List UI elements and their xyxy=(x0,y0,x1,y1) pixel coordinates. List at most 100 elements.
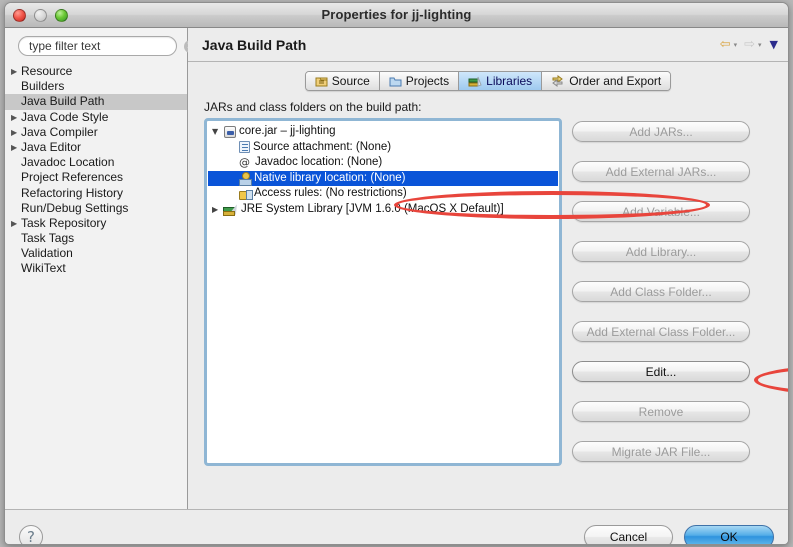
sidebar-item-java-build-path[interactable]: ▶Java Build Path xyxy=(5,94,187,110)
libraries-tree[interactable]: ▼core.jar – jj-lighting▶Source attachmen… xyxy=(208,122,558,462)
libraries-action-buttons: Add JARs... Add External JARs... Add Varia… xyxy=(572,118,758,481)
table-row[interactable]: ▶ Access rules: (No restrictions) xyxy=(208,186,558,202)
cancel-button[interactable]: Cancel xyxy=(584,525,673,544)
tree-spacer: ▶ xyxy=(226,171,237,187)
table-row[interactable]: ▶@ Javadoc location: (None) xyxy=(208,155,558,171)
sidebar-item-label: Resource xyxy=(21,64,73,78)
tree-spacer: ▶ xyxy=(11,246,21,261)
sidebar-item-project-references[interactable]: ▶Project References xyxy=(5,170,187,185)
sidebar-item-java-editor[interactable]: ▶ Java Editor xyxy=(5,140,187,155)
dialog-footer: ? Cancel OK xyxy=(5,509,788,544)
chevron-down-icon[interactable]: ▼ xyxy=(770,38,778,51)
back-icon[interactable]: ⇦ xyxy=(720,37,731,52)
table-row[interactable]: ▼ core.jar – jj-lighting xyxy=(208,124,558,140)
expand-arrow-icon[interactable]: ▶ xyxy=(11,216,21,231)
sidebar-item-java-compiler[interactable]: ▶ Java Compiler xyxy=(5,125,187,140)
sidebar-item-task-tags[interactable]: ▶Task Tags xyxy=(5,231,187,246)
expand-arrow-icon[interactable]: ▼ xyxy=(212,124,223,140)
sidebar-item-label: Run/Debug Settings xyxy=(21,200,129,215)
sidebar-item-builders[interactable]: ▶Builders xyxy=(5,79,187,94)
filter-container: ✕ xyxy=(5,36,197,62)
sidebar-item-task-repository[interactable]: ▶ Task Repository xyxy=(5,216,187,231)
sidebar-item-validation[interactable]: ▶Validation xyxy=(5,246,187,261)
javadoc-icon: @ xyxy=(239,156,250,170)
table-row-label: core.jar – jj-lighting xyxy=(239,125,336,137)
tree-spacer: ▶ xyxy=(11,79,21,94)
tree-spacer: ▶ xyxy=(11,155,21,170)
table-row-label: Javadoc location: (None) xyxy=(255,156,383,168)
lock-icon xyxy=(238,187,253,201)
sidebar-tree: ▶Resource▶Builders▶Java Build Path▶Java … xyxy=(5,62,187,277)
tab-order-and-export[interactable]: Order and Export xyxy=(542,72,671,90)
tree-spacer: ▶ xyxy=(226,140,237,156)
sidebar-item-label: Java Editor xyxy=(21,139,82,154)
tab-label: Projects xyxy=(405,74,450,88)
add-external-jars-button: Add External JARs... xyxy=(572,161,750,182)
sidebar-item-label: Java Code Style xyxy=(21,109,109,124)
tree-spacer: ▶ xyxy=(11,201,21,216)
tab-label: Libraries xyxy=(486,74,533,88)
forward-dropdown-caret: ▾ xyxy=(758,40,762,49)
jre-icon xyxy=(223,202,240,216)
add-library-button: Add Library... xyxy=(572,241,750,262)
window-edge-marker xyxy=(4,388,5,401)
libraries-list-container[interactable]: ▼core.jar – jj-lighting▶Source attachmen… xyxy=(204,118,562,466)
search-input[interactable] xyxy=(29,39,184,53)
sidebar-item-label: WikiText xyxy=(21,261,66,276)
navigation-icons: ⇦ ▾ ⇨ ▾ ▼ xyxy=(720,37,778,52)
tab-projects[interactable]: Projects xyxy=(379,72,460,90)
sidebar-item-run-debug-settings[interactable]: ▶Run/Debug Settings xyxy=(5,201,187,216)
table-row[interactable]: ▶ Native library location: (None) xyxy=(208,170,558,187)
sidebar-item-label: Javadoc Location xyxy=(21,155,115,170)
expand-arrow-icon[interactable]: ▶ xyxy=(11,110,21,125)
tree-spacer: ▶ xyxy=(226,186,237,202)
settings-sidebar: ✕ ▶Resource▶Builders▶Java Build Path▶Jav… xyxy=(4,28,197,509)
forward-icon: ⇨ xyxy=(744,37,756,52)
table-row[interactable]: ▶ Source attachment: (None) xyxy=(208,140,558,156)
expand-arrow-icon[interactable]: ▶ xyxy=(11,140,21,155)
expand-arrow-icon[interactable]: ▶ xyxy=(212,202,223,218)
window-title: Properties for jj-lighting xyxy=(321,7,472,22)
build-path-tabs: Source Projects Libraries Order and Export xyxy=(304,71,672,91)
tree-spacer: ▶ xyxy=(226,155,237,171)
source-tab-icon xyxy=(315,75,328,87)
tree-spacer: ▶ xyxy=(11,261,21,276)
sidebar-item-resource[interactable]: ▶ Resource xyxy=(5,64,187,79)
tab-label: Order and Export xyxy=(569,74,662,88)
sidebar-item-java-code-style[interactable]: ▶ Java Code Style xyxy=(5,110,187,125)
back-dropdown-caret[interactable]: ▾ xyxy=(734,41,738,49)
table-row-label: Access rules: (No restrictions) xyxy=(254,187,407,199)
edit-button[interactable]: Edit... xyxy=(572,361,750,382)
sidebar-item-label: Builders xyxy=(21,79,65,94)
sidebar-item-label: Validation xyxy=(21,246,73,261)
sidebar-item-wikitext[interactable]: ▶WikiText xyxy=(5,261,187,276)
expand-arrow-icon[interactable]: ▶ xyxy=(11,64,21,79)
table-row-label: Native library location: (None) xyxy=(254,171,406,184)
page-title: Java Build Path xyxy=(202,36,307,53)
sidebar-item-label: Java Compiler xyxy=(21,124,98,139)
table-row[interactable]: ▶ JRE System Library [JVM 1.6.0 (MacOS X … xyxy=(208,202,558,218)
table-row-label: JRE System Library [JVM 1.6.0 (MacOS X D… xyxy=(241,202,504,215)
sidebar-item-javadoc-location[interactable]: ▶Javadoc Location xyxy=(5,155,187,170)
order-and-export-tab-icon xyxy=(551,75,565,87)
remove-button: Remove xyxy=(572,401,750,422)
filter-field[interactable]: ✕ xyxy=(18,36,197,56)
libraries-tab-icon xyxy=(468,75,482,87)
properties-dialog-window: Properties for jj-lighting ✕ ▶Resource▶B… xyxy=(4,2,789,545)
ok-button[interactable]: OK xyxy=(684,525,774,544)
window-titlebar: Properties for jj-lighting xyxy=(5,3,788,28)
sidebar-item-label: Java Build Path xyxy=(21,94,105,109)
expand-arrow-icon[interactable]: ▶ xyxy=(11,125,21,140)
help-icon[interactable]: ? xyxy=(19,525,43,544)
build-path-label: JARs and class folders on the build path… xyxy=(204,100,422,114)
tab-libraries[interactable]: Libraries xyxy=(459,72,543,90)
add-external-class-folder-button: Add External Class Folder... xyxy=(572,321,750,342)
table-row-label: Source attachment: (None) xyxy=(253,140,392,153)
add-variable-button: Add Variable... xyxy=(572,201,750,222)
tab-source[interactable]: Source xyxy=(305,72,380,90)
native-icon xyxy=(238,171,252,186)
sidebar-item-label: Task Repository xyxy=(21,215,107,230)
jre-pen-icon xyxy=(230,202,240,215)
sidebar-item-refactoring-history[interactable]: ▶Refactoring History xyxy=(5,186,187,201)
sidebar-item-label: Task Tags xyxy=(21,231,75,246)
